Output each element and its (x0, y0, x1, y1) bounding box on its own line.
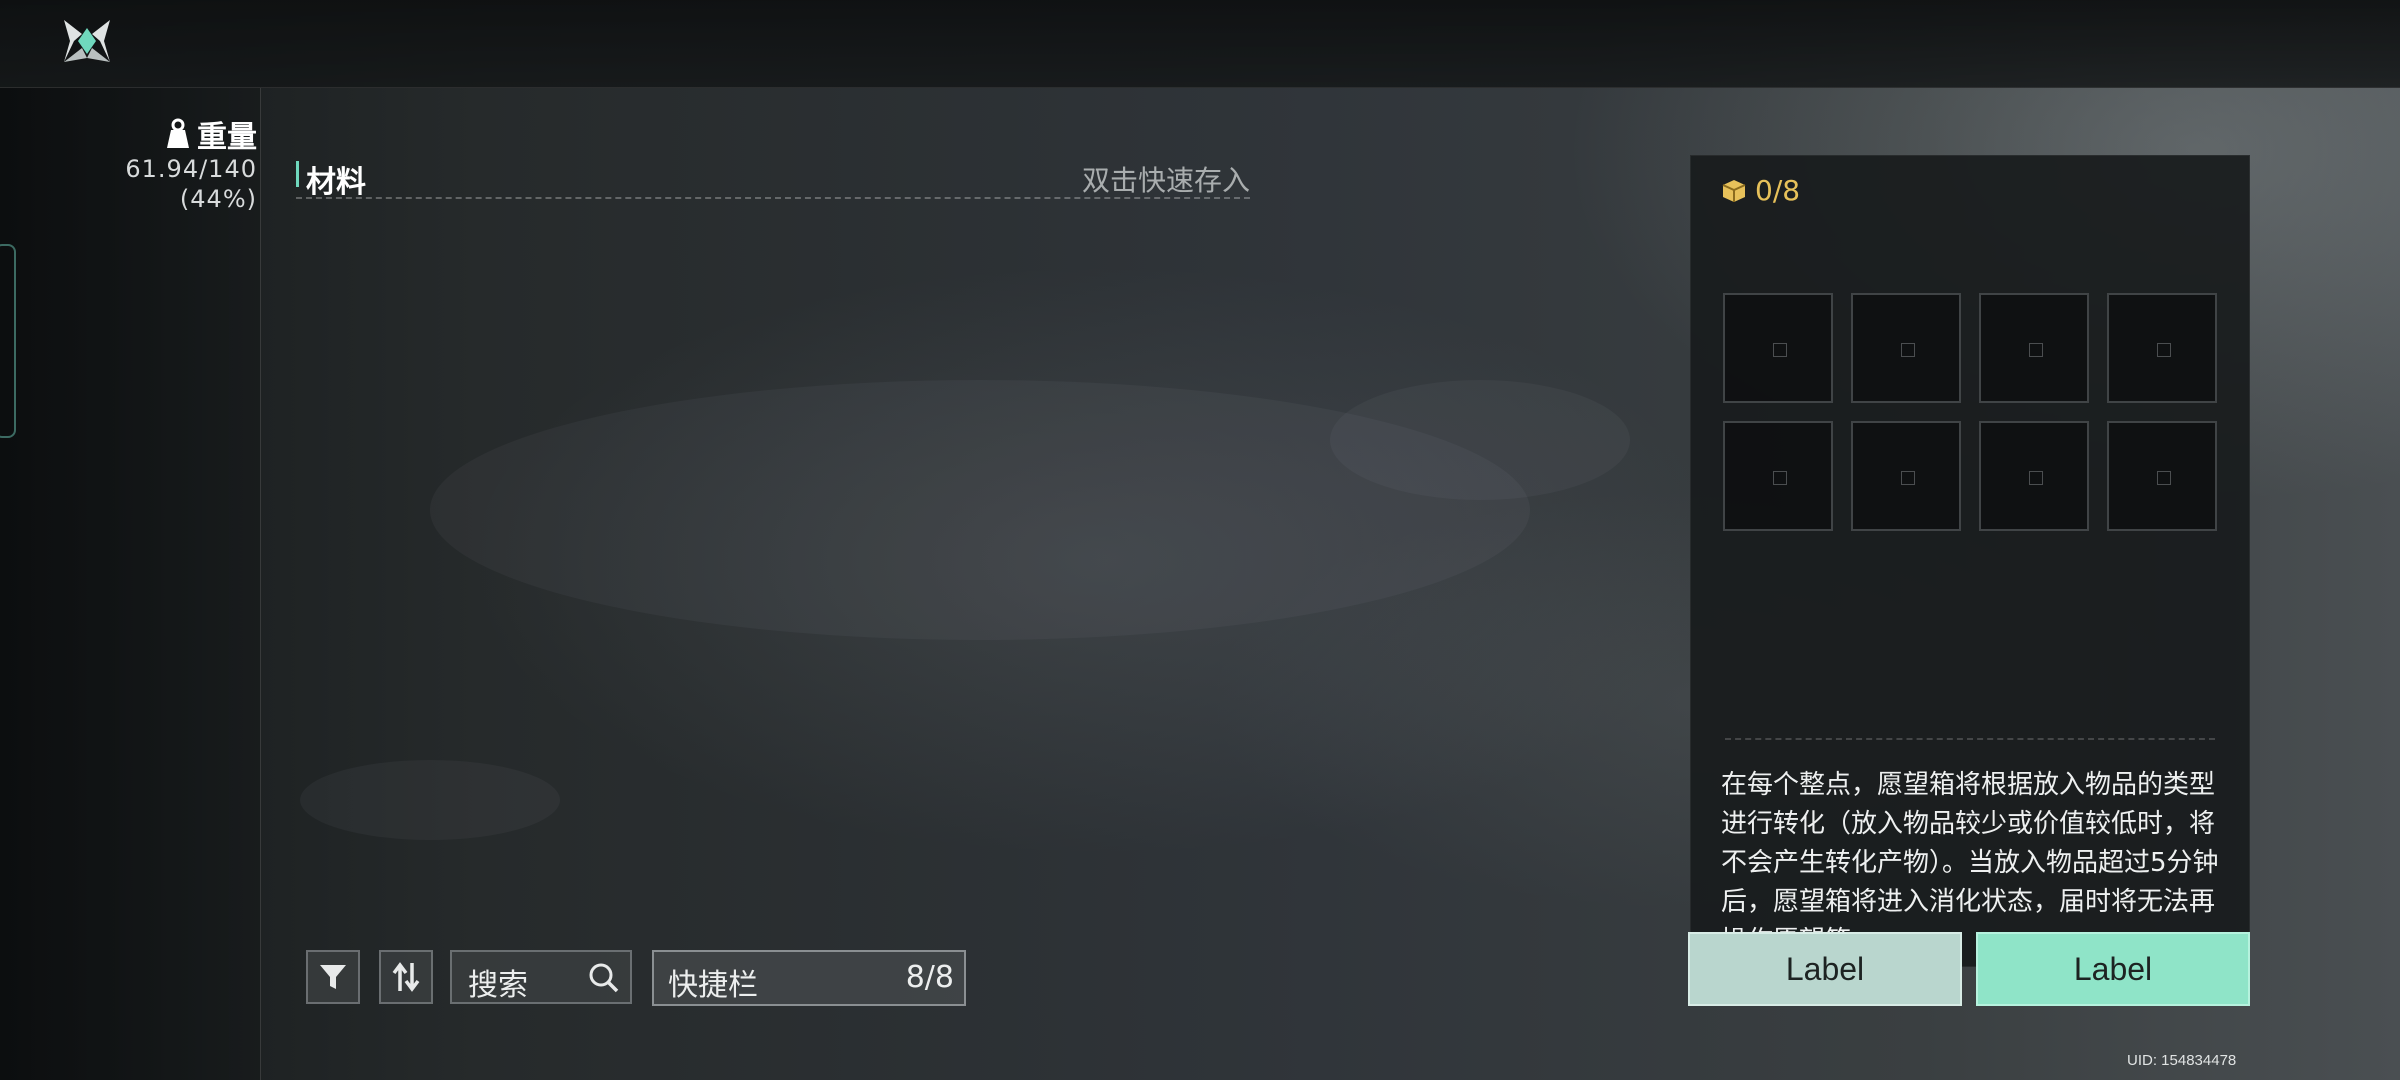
wish-box-slot[interactable] (1851, 293, 1961, 403)
wish-box-slot[interactable] (2107, 293, 2217, 403)
weight-percent: (44%) (179, 185, 257, 213)
user-id-label: UID: 154834478 (2127, 1052, 2237, 1069)
section-marker (296, 161, 299, 187)
app-screen: 重量 61.94/140 (44%) 材料 双击快速存入 搜索 快捷栏 8/8 (0, 0, 2400, 1080)
top-bar (0, 0, 2400, 88)
sort-icon (392, 962, 420, 992)
wish-box-slot[interactable] (1723, 421, 1833, 531)
primary-action-button[interactable]: Label (1976, 932, 2250, 1006)
hotbar-count: 8/8 (905, 960, 954, 995)
sort-button[interactable] (379, 950, 433, 1004)
wish-box-slot[interactable] (1979, 421, 2089, 531)
side-drawer-handle[interactable] (0, 244, 16, 438)
filter-icon (320, 965, 346, 989)
slot-placeholder-icon (2157, 471, 2171, 485)
wish-box-slot[interactable] (1851, 421, 1961, 531)
wish-box-slot[interactable] (1723, 293, 1833, 403)
secondary-action-button[interactable]: Label (1688, 932, 1962, 1006)
slot-placeholder-icon (1901, 471, 1915, 485)
left-rail: 重量 61.94/140 (44%) (0, 88, 261, 1080)
slot-placeholder-icon (2157, 343, 2171, 357)
wish-box-slot[interactable] (2107, 421, 2217, 531)
quick-store-hint: 双击快速存入 (1081, 164, 1250, 197)
weight-icon (167, 118, 189, 148)
materials-section-header: 材料 双击快速存入 (296, 155, 1250, 201)
wish-box-panel: 0/8 在每个整点，愿望箱将根据放入物品的类型进行转化（放入物品较少或价值较低时… (1690, 155, 2250, 967)
slot-placeholder-icon (1773, 471, 1787, 485)
hotbar-label: 快捷栏 (668, 968, 758, 1003)
box-icon (1722, 179, 1746, 202)
hotbar-button[interactable]: 快捷栏 8/8 (652, 950, 966, 1006)
weight-label: 重量 (197, 120, 257, 155)
slot-placeholder-icon (2029, 343, 2043, 357)
slot-placeholder-icon (1773, 343, 1787, 357)
search-input[interactable]: 搜索 (450, 950, 632, 1004)
panel-divider (1725, 738, 2215, 740)
filter-button[interactable] (306, 950, 360, 1004)
wish-box-slot[interactable] (1979, 293, 2089, 403)
search-icon[interactable] (588, 962, 620, 994)
wish-box-count: 0/8 (1721, 174, 1800, 207)
slot-placeholder-icon (2029, 471, 2043, 485)
wish-box-slots (1723, 293, 2217, 531)
materials-tab[interactable]: 材料 (306, 157, 366, 201)
slot-placeholder-icon (1901, 343, 1915, 357)
weight-readout: 61.94/140 (44%) (125, 154, 257, 214)
wish-box-count-text: 0/8 (1755, 174, 1801, 207)
background-scene (1330, 380, 1630, 500)
search-label: 搜索 (468, 968, 528, 1003)
weight-value: 61.94/140 (125, 155, 257, 183)
background-scene (300, 760, 560, 840)
weight-title: 重量 (163, 112, 257, 156)
game-logo-icon[interactable] (60, 14, 114, 68)
